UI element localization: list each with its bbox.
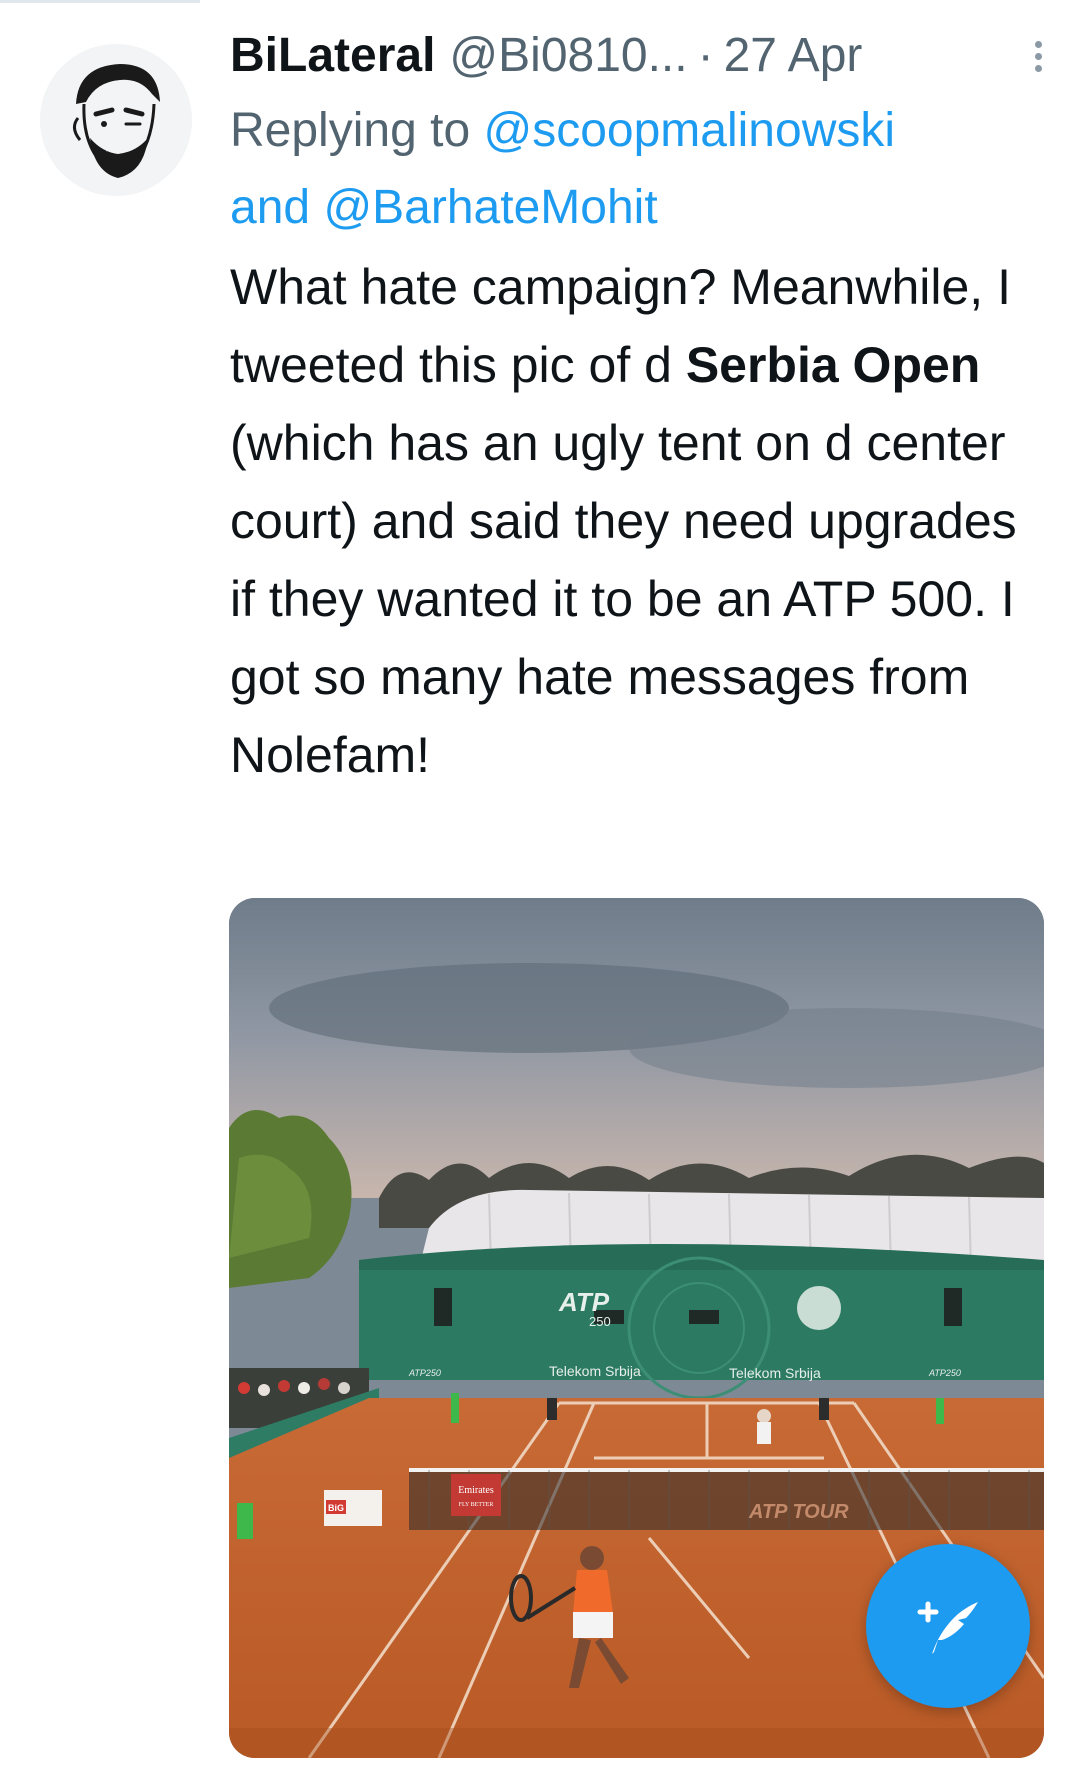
mention-link[interactable]: @BarhateMohit <box>323 181 657 234</box>
tweet-text-bold: Serbia Open <box>685 337 981 393</box>
top-divider <box>0 0 200 3</box>
tweet-text: What hate campaign? Meanwhile, I tweeted… <box>230 248 1050 794</box>
replying-prefix: Replying to <box>230 104 471 157</box>
net-sponsor: Emirates <box>458 1485 494 1496</box>
court-text: ATP TOUR <box>748 1501 849 1523</box>
avatar-illustration <box>40 44 192 196</box>
compose-tweet-icon <box>917 1601 978 1654</box>
left-tag: ATP250 <box>408 1368 441 1378</box>
right-tag: ATP250 <box>928 1368 961 1378</box>
tweet-date[interactable]: 27 Apr <box>724 20 863 92</box>
display-name[interactable]: BiLateral <box>230 20 435 92</box>
small-board: BiG <box>328 1503 344 1513</box>
net-tagline: FLY BETTER <box>459 1502 494 1508</box>
more-vertical-icon[interactable] <box>1026 38 1050 78</box>
mention-conjunction: and <box>230 181 311 234</box>
tweet-header: BiLateral @Bi0810... · 27 Apr <box>230 20 1050 92</box>
banner-atp: ATP <box>558 1287 610 1317</box>
replying-to: Replying to @scoopmalinowski and @Barhat… <box>230 92 1050 246</box>
banner-sponsor: Telekom Srbija <box>549 1363 641 1379</box>
mention-link[interactable]: @scoopmalinowski <box>483 104 895 157</box>
user-handle[interactable]: @Bi0810... <box>449 20 687 92</box>
tweet: BiLateral @Bi0810... · 27 Apr Replying t… <box>230 20 1050 794</box>
avatar[interactable] <box>40 44 192 196</box>
compose-tweet-button[interactable] <box>866 1544 1030 1708</box>
banner-sponsor: Telekom Srbija <box>729 1365 821 1381</box>
separator: · <box>697 29 714 82</box>
tweet-text-part: (which has an ugly tent on d center cour… <box>230 415 1017 783</box>
banner-atp-tier: 250 <box>589 1314 611 1329</box>
